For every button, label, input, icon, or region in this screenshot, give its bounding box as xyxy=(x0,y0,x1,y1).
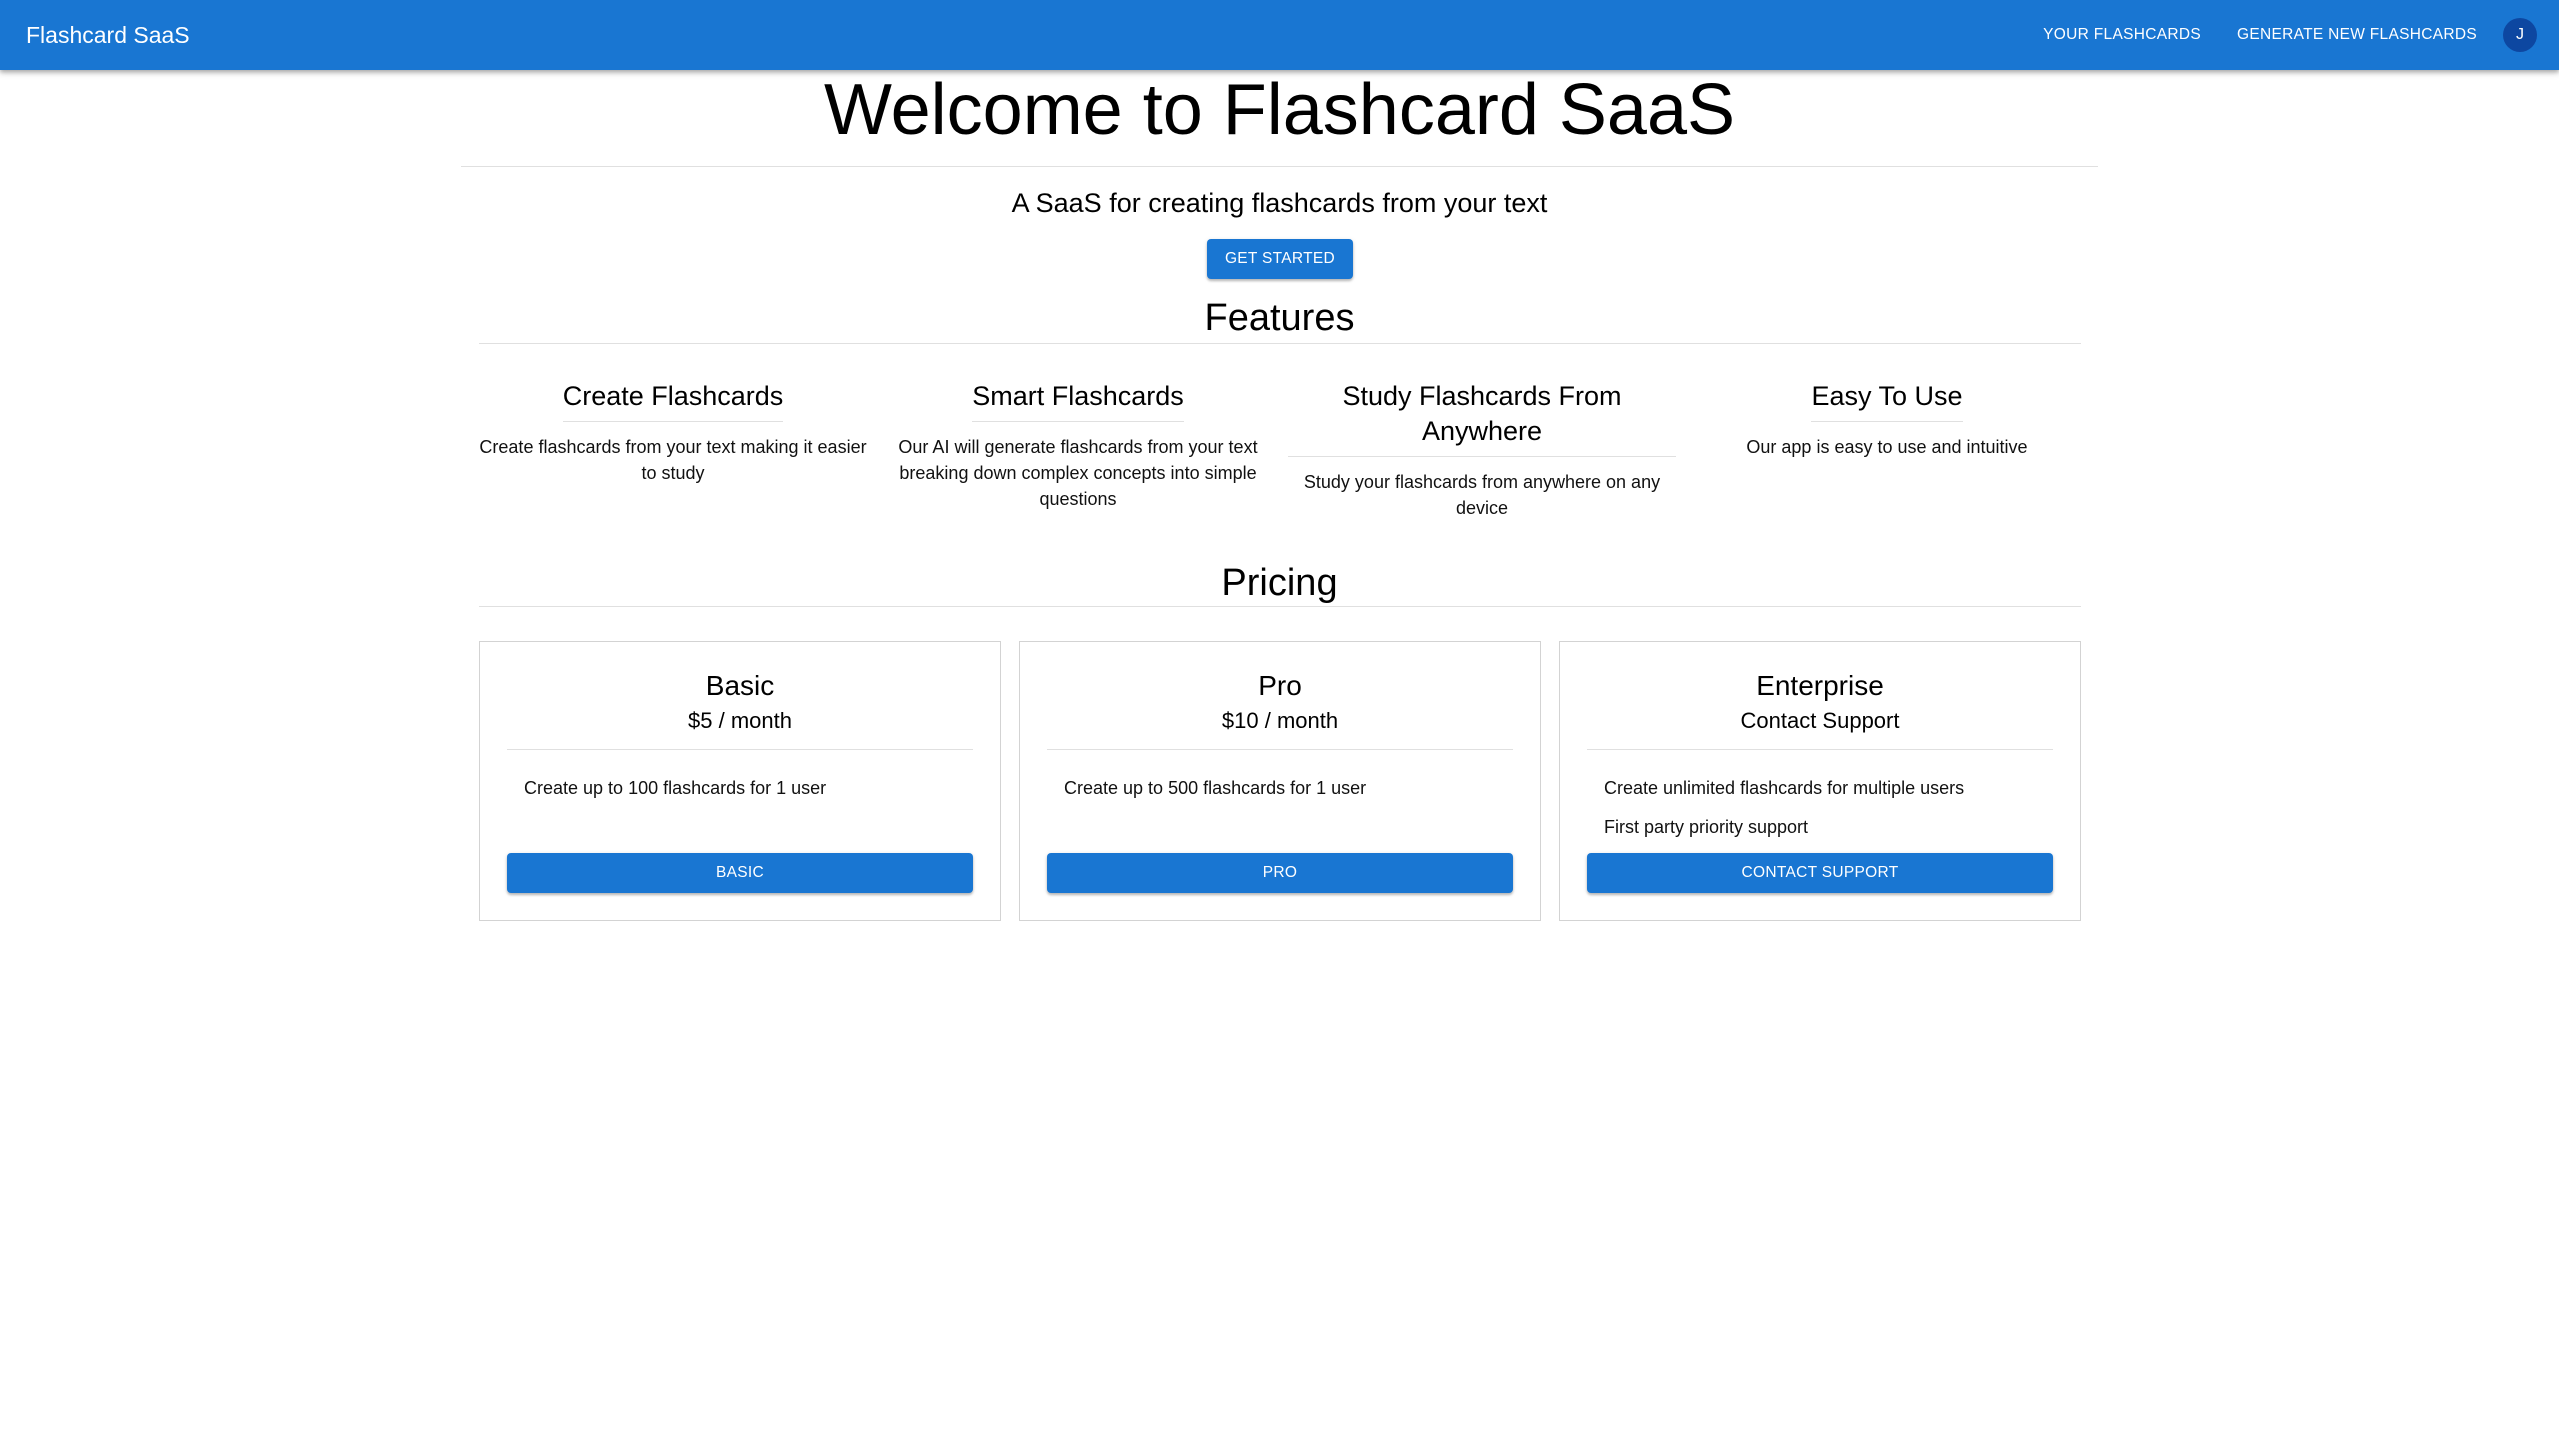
feature-easy-to-use: Easy To Use Our app is easy to use and i… xyxy=(1693,379,2081,460)
basic-plan-button[interactable]: BASIC xyxy=(507,853,973,893)
plan-feature: Create up to 500 flashcards for 1 user xyxy=(1064,778,1367,798)
features-divider xyxy=(479,343,2081,344)
feature-description: Our app is easy to use and intuitive xyxy=(1746,437,2028,457)
plan-card-enterprise: Enterprise Contact Support Create unlimi… xyxy=(1559,641,2081,921)
plan-price: $10 / month xyxy=(1221,708,1339,733)
nav-your-flashcards[interactable]: YOUR FLASHCARDS xyxy=(2043,26,2201,44)
nav-generate-new-flashcards[interactable]: GENERATE NEW FLASHCARDS xyxy=(2237,26,2477,44)
plan-card-pro: Pro $10 / month Create up to 500 flashca… xyxy=(1019,641,1541,921)
feature-title: Create Flashcards xyxy=(562,379,784,422)
feature-description: Study your flashcards from anywhere on a… xyxy=(1303,472,1661,518)
brand-title[interactable]: Flashcard SaaS xyxy=(26,22,2007,49)
user-avatar[interactable]: J xyxy=(2503,18,2537,52)
hero-divider xyxy=(461,166,2098,167)
feature-create-flashcards: Create Flashcards Create flashcards from… xyxy=(479,379,867,486)
pro-plan-button[interactable]: PRO xyxy=(1047,853,1513,893)
plan-name: Enterprise xyxy=(1756,670,1884,701)
hero-subtitle: A SaaS for creating flashcards from your… xyxy=(1011,188,1548,218)
contact-support-button[interactable]: CONTACT SUPPORT xyxy=(1587,853,2053,893)
plan-price: Contact Support xyxy=(1740,708,1900,733)
feature-smart-flashcards: Smart Flashcards Our AI will generate fl… xyxy=(884,379,1272,512)
app-bar: Flashcard SaaS YOUR FLASHCARDS GENERATE … xyxy=(0,0,2559,70)
plan-divider xyxy=(507,749,973,750)
feature-description: Create flashcards from your text making … xyxy=(479,437,867,483)
plan-divider xyxy=(1047,749,1513,750)
page-title: Welcome to Flashcard SaaS xyxy=(823,70,1736,150)
pricing-divider xyxy=(479,606,2081,607)
plan-card-basic: Basic $5 / month Create up to 100 flashc… xyxy=(479,641,1001,921)
feature-study-anywhere: Study Flashcards From Anywhere Study you… xyxy=(1288,379,1676,521)
plan-feature: First party priority support xyxy=(1604,817,1809,837)
feature-title: Easy To Use xyxy=(1811,379,1963,422)
plan-price: $5 / month xyxy=(688,708,792,733)
feature-title: Smart Flashcards xyxy=(972,379,1184,422)
pricing-heading: Pricing xyxy=(1221,562,1338,604)
plan-divider xyxy=(1587,749,2053,750)
feature-title: Study Flashcards From Anywhere xyxy=(1288,379,1676,457)
features-heading: Features xyxy=(1204,297,1355,339)
feature-description: Our AI will generate flashcards from you… xyxy=(898,437,1258,509)
get-started-button[interactable]: GET STARTED xyxy=(1207,239,1353,279)
plan-name: Pro xyxy=(1258,670,1302,701)
plan-feature: Create up to 100 flashcards for 1 user xyxy=(524,778,827,798)
plan-name: Basic xyxy=(705,670,775,701)
plan-feature: Create unlimited flashcards for multiple… xyxy=(1604,778,1965,798)
